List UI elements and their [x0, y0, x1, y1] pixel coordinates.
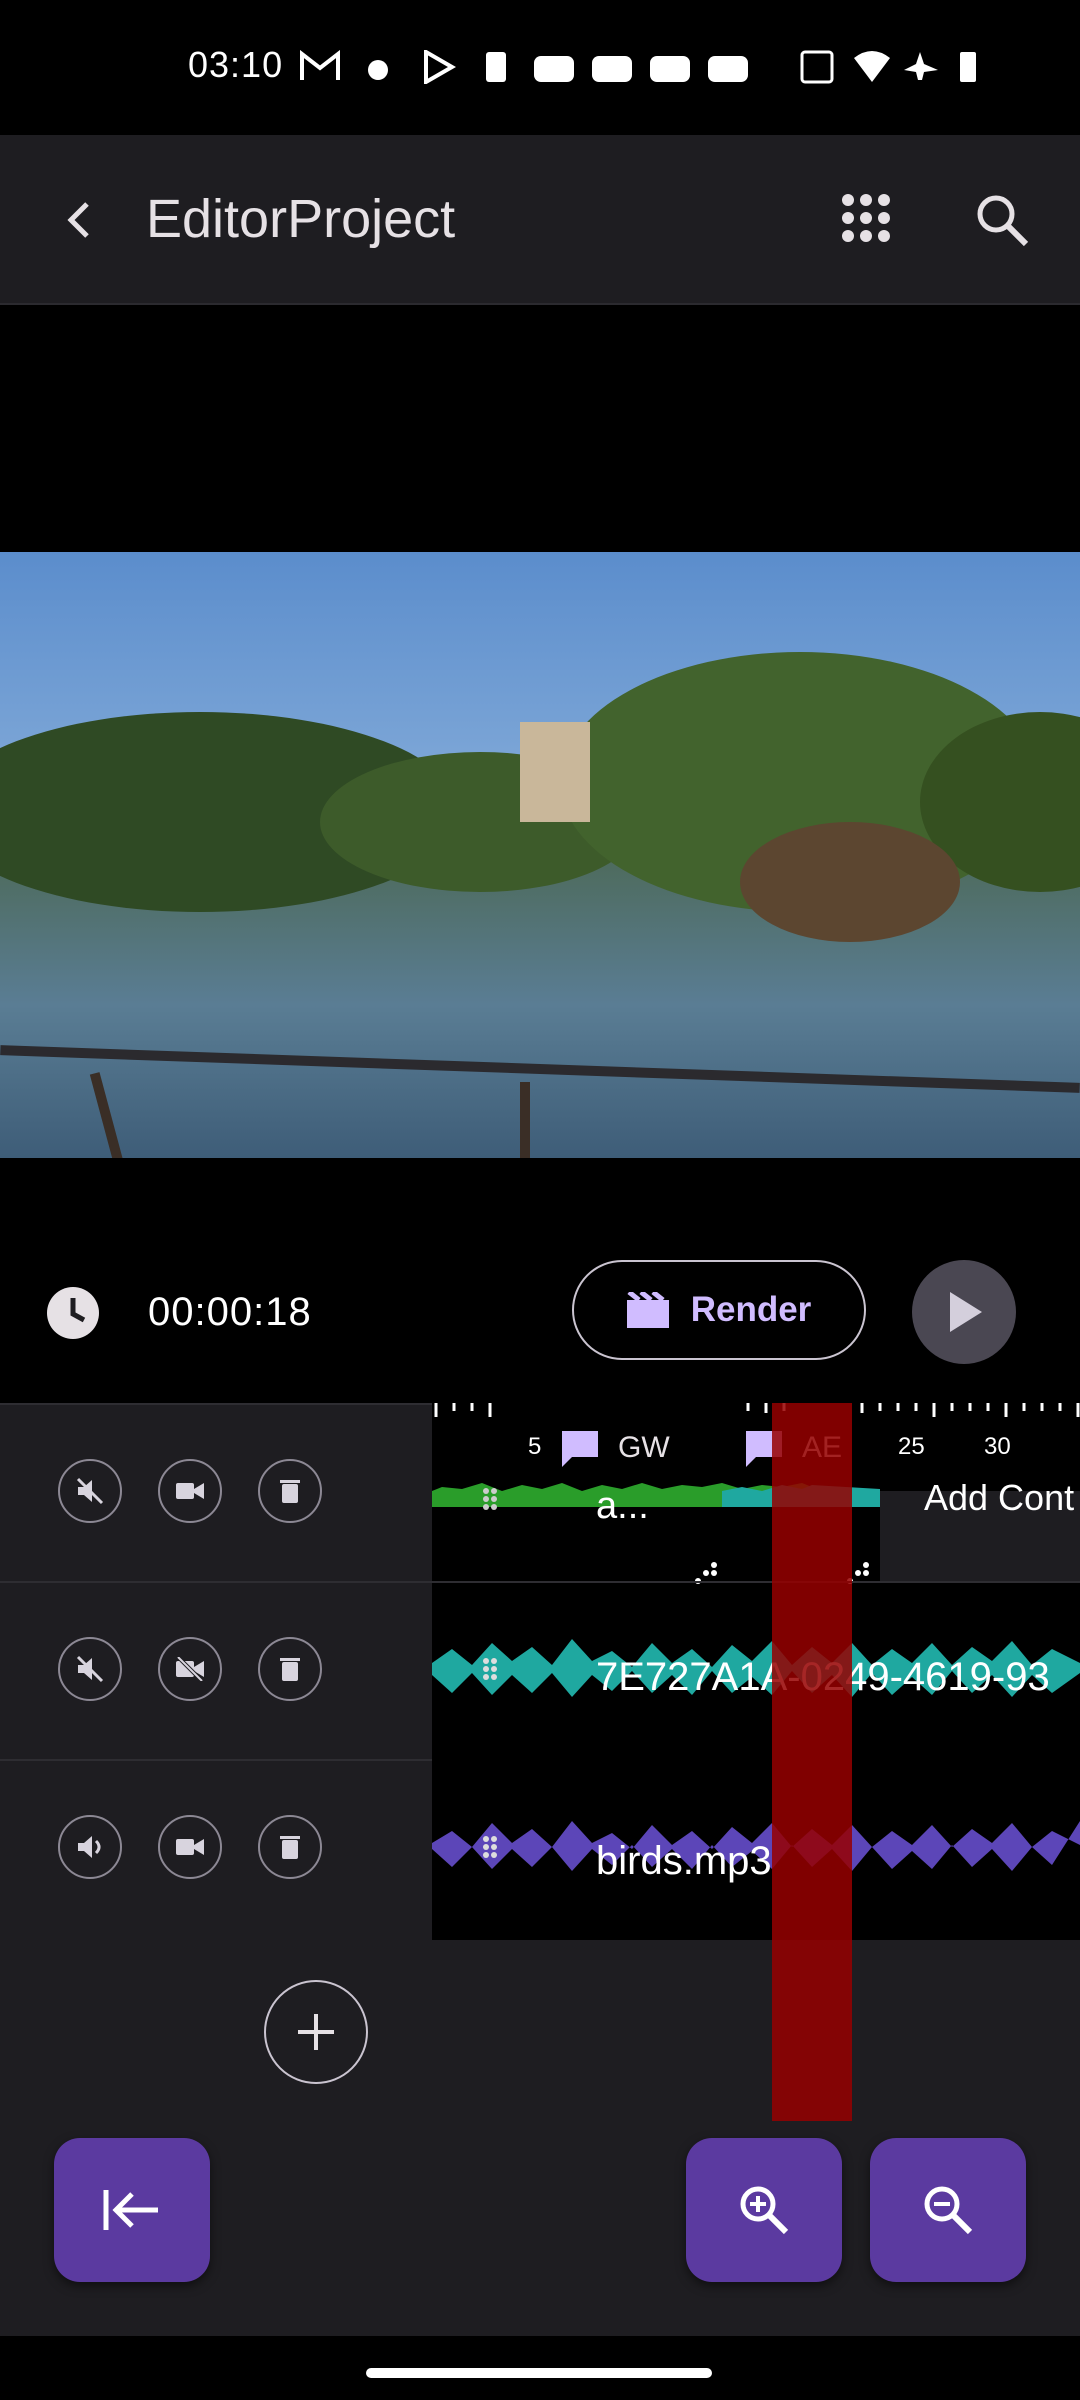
grid-icon: [842, 194, 890, 242]
home-indicator[interactable]: [366, 2368, 712, 2378]
wifi-icon: [854, 51, 890, 82]
zoom-in-button[interactable]: [686, 2138, 842, 2282]
ruler-label: 5: [528, 1433, 542, 1460]
status-time: 03:10: [188, 44, 284, 85]
track-row: [0, 1581, 432, 1759]
video-toggle-button[interactable]: [158, 1637, 222, 1701]
delete-track-button[interactable]: [258, 1459, 322, 1523]
chip-label: GW: [618, 1431, 670, 1464]
video-toggle-button[interactable]: [158, 1815, 222, 1879]
back-button[interactable]: [48, 190, 108, 250]
volume-off-icon: [76, 1655, 104, 1683]
mute-toggle-button[interactable]: [58, 1637, 122, 1701]
render-label: Render: [690, 1290, 812, 1329]
system-icons: [800, 50, 976, 84]
mute-toggle-button[interactable]: [58, 1815, 122, 1879]
nfc-icon: [800, 50, 834, 84]
play-button[interactable]: [912, 1260, 1016, 1364]
trash-icon: [280, 1480, 300, 1503]
plus-icon: [298, 2014, 334, 2050]
clock-icon: [47, 1287, 99, 1339]
track-row: [0, 1403, 432, 1581]
page-title: EditorProject: [146, 189, 456, 249]
apps-button[interactable]: [836, 188, 896, 248]
airplane-icon: [904, 52, 938, 80]
battery-icon: [960, 52, 976, 82]
preview-frame-image: [0, 552, 1080, 1158]
youtube-icon-1: [534, 56, 574, 82]
cloud-icon: [368, 60, 388, 80]
trash-icon: [280, 1658, 300, 1681]
delete-track-button[interactable]: [258, 1637, 322, 1701]
ruler-label: 25: [898, 1433, 925, 1460]
videocam-icon: [176, 1839, 204, 1855]
clapperboard-icon: [626, 1292, 669, 1328]
clip-label: birds.mp3: [596, 1839, 772, 1883]
trash-icon: [280, 1836, 300, 1859]
zoom-out-icon: [924, 2186, 973, 2235]
render-button[interactable]: Render: [572, 1260, 866, 1360]
add-track-button[interactable]: [264, 1980, 368, 2084]
youtube-icon-3: [650, 56, 690, 82]
timecode: 00:00:18: [148, 1290, 312, 1334]
youtube-icon-4: [708, 56, 748, 82]
zoom-in-icon: [740, 2186, 789, 2235]
videocam-icon: [176, 1483, 204, 1499]
zoom-out-button[interactable]: [870, 2138, 1026, 2282]
chevron-left-icon: [67, 202, 89, 238]
add-content-label[interactable]: Add Cont: [924, 1477, 1074, 1519]
delete-track-button[interactable]: [258, 1815, 322, 1879]
video-preview[interactable]: [0, 552, 1080, 1158]
play-store-icon: [424, 50, 457, 84]
track-control-panel: [0, 1403, 432, 1943]
gmail-icon: [300, 50, 340, 80]
timeline[interactable]: 5 25 30 GW AE a... Add Cont 7E727A1A-024…: [432, 1403, 1080, 1940]
youtube-icon-2: [592, 56, 632, 82]
arrow-to-start-icon: [103, 2190, 158, 2230]
search-icon: [977, 195, 1029, 247]
subtitle-chip[interactable]: GW: [542, 1413, 710, 1483]
videocam-off-icon: [176, 1657, 204, 1681]
playhead[interactable]: [772, 1403, 852, 2121]
video-toggle-button[interactable]: [158, 1459, 222, 1523]
volume-up-icon: [78, 1836, 101, 1858]
mute-toggle-button[interactable]: [58, 1459, 122, 1523]
clip-label: a...: [596, 1485, 649, 1527]
track-row: [0, 1759, 432, 1937]
download-icon: [486, 52, 506, 82]
play-icon: [950, 1292, 982, 1332]
notification-icons: [300, 50, 690, 84]
search-button[interactable]: [970, 188, 1034, 252]
volume-off-icon: [76, 1477, 104, 1505]
ruler-label: 30: [984, 1433, 1011, 1460]
comment-icon: [562, 1431, 598, 1467]
jump-to-start-button[interactable]: [54, 2138, 210, 2282]
